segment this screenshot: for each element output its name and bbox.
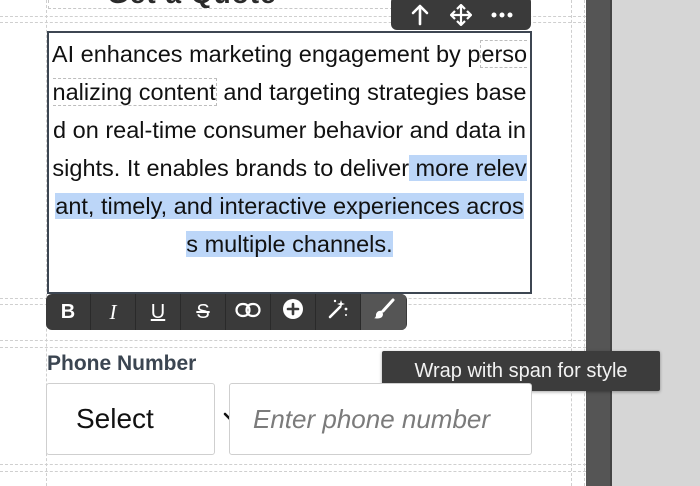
layout-guide-outer-right	[584, 0, 585, 486]
row-guide	[0, 347, 586, 348]
underline-icon: U	[150, 300, 166, 323]
row-guide	[0, 471, 586, 472]
row-guide	[0, 464, 586, 465]
link-icon	[235, 301, 261, 324]
add-icon	[282, 298, 304, 326]
strikethrough-icon: S	[196, 300, 210, 323]
add-button[interactable]	[271, 294, 316, 330]
country-code-select[interactable]: Select	[46, 383, 241, 455]
link-button[interactable]	[226, 294, 271, 330]
underline-button[interactable]: U	[136, 294, 181, 330]
panel-divider[interactable]	[586, 0, 612, 486]
country-select-value: Select	[76, 403, 154, 434]
format-toolbar: B I U S	[46, 294, 407, 330]
bold-button[interactable]: B	[46, 294, 91, 330]
phone-number-label: Phone Number	[47, 352, 197, 375]
more-options-icon[interactable]	[487, 2, 517, 28]
italic-icon: I	[109, 299, 117, 324]
heading-block[interactable]: Get a Quote	[48, 0, 393, 9]
text-block[interactable]: AI enhances marketing engagement by pers…	[47, 31, 532, 294]
move-icon[interactable]	[446, 2, 476, 28]
bold-icon: B	[60, 300, 76, 323]
wrap-span-style-button[interactable]	[361, 294, 406, 330]
phone-number-input[interactable]	[229, 383, 532, 455]
editor-canvas: Get a Quote AI enhances marketing engage…	[0, 0, 700, 486]
text-segment: AI enhances marketing engagement by p	[51, 41, 481, 67]
heading-text: Get a Quote	[107, 0, 277, 8]
arrow-up-icon[interactable]	[405, 2, 435, 28]
magic-wand-icon	[327, 298, 349, 326]
layout-guide-right	[571, 0, 572, 486]
strikethrough-button[interactable]: S	[181, 294, 226, 330]
paragraph[interactable]: AI enhances marketing engagement by pers…	[51, 35, 528, 263]
italic-button[interactable]: I	[91, 294, 136, 330]
panel-divider-line	[610, 0, 612, 486]
block-toolbar	[391, 0, 531, 30]
magic-wand-button[interactable]	[316, 294, 361, 330]
brush-icon	[373, 298, 395, 326]
row-guide	[0, 340, 586, 341]
